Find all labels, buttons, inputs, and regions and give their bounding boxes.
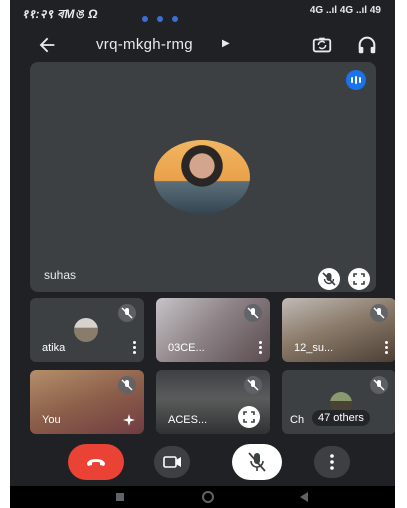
switch-camera-icon[interactable]: [310, 34, 334, 56]
fullscreen-icon[interactable]: [348, 268, 370, 290]
notification-dots: [142, 9, 187, 27]
others-tile[interactable]: Ch 47 others: [282, 370, 395, 434]
arrow-left-icon[interactable]: [36, 34, 58, 56]
participant-tile[interactable]: 12_su...: [282, 298, 395, 362]
phone-hangup-icon: [87, 459, 105, 466]
back-triangle-icon[interactable]: [300, 492, 308, 502]
participant-tile[interactable]: 03CE...: [156, 298, 270, 362]
call-controls: [10, 440, 395, 484]
others-count-badge: 47 others: [312, 410, 370, 426]
speaking-indicator-icon: [346, 70, 366, 90]
mic-off-icon: [244, 376, 262, 394]
mic-off-icon: [248, 452, 266, 472]
phone-screen: ११:२९ ৰMঙ Ω 4G ..ıl 4G ..ıl 49 vrq-mkgh-…: [10, 0, 395, 508]
meeting-code[interactable]: vrq-mkgh-rmg: [96, 36, 193, 53]
sparkle-icon[interactable]: [122, 413, 136, 427]
camera-toggle-button[interactable]: [154, 446, 190, 478]
participant-avatar: [74, 318, 98, 342]
participant-name: suhas: [44, 268, 77, 282]
participant-name: 12_su...: [294, 342, 334, 354]
more-vert-icon: [330, 454, 334, 470]
mic-toggle-button[interactable]: [232, 444, 282, 480]
more-options-button[interactable]: [314, 446, 350, 478]
status-bar: ११:२९ ৰMঙ Ω 4G ..ıl 4G ..ıl 49: [10, 0, 395, 26]
participant-name: ACES...: [168, 414, 208, 426]
more-vert-icon[interactable]: [258, 340, 262, 354]
participant-name: You: [42, 414, 61, 426]
headphones-icon[interactable]: [356, 34, 378, 56]
mic-off-icon[interactable]: [318, 268, 340, 290]
status-time: ११:२९ ৰMঙ Ω: [22, 7, 99, 21]
chevron-right-icon[interactable]: ▶: [222, 38, 230, 49]
more-vert-icon[interactable]: [132, 340, 136, 354]
status-indicators: 4G ..ıl 4G ..ıl 49: [309, 5, 381, 16]
self-view-tile[interactable]: You: [30, 370, 144, 434]
home-icon[interactable]: [202, 491, 214, 503]
main-participant-tile[interactable]: suhas: [30, 62, 376, 292]
top-bar: vrq-mkgh-rmg ▶: [10, 26, 395, 64]
mic-off-icon: [244, 304, 262, 322]
participant-tile[interactable]: ACES...: [156, 370, 270, 434]
more-vert-icon[interactable]: [384, 340, 388, 354]
end-call-button[interactable]: [68, 444, 124, 480]
mic-off-icon: [118, 376, 136, 394]
recent-apps-icon[interactable]: [116, 493, 124, 501]
participant-avatar: [154, 140, 250, 214]
participant-name: 03CE...: [168, 342, 205, 354]
system-nav-bar: [10, 486, 395, 508]
videocam-icon: [163, 456, 181, 468]
mic-off-icon: [118, 304, 136, 322]
participant-tile[interactable]: atika: [30, 298, 144, 362]
participant-name-prefix: Ch: [290, 414, 305, 426]
mic-off-icon: [370, 376, 388, 394]
participant-name: atika: [42, 342, 66, 354]
fullscreen-icon[interactable]: [238, 406, 260, 428]
mic-off-icon: [370, 304, 388, 322]
